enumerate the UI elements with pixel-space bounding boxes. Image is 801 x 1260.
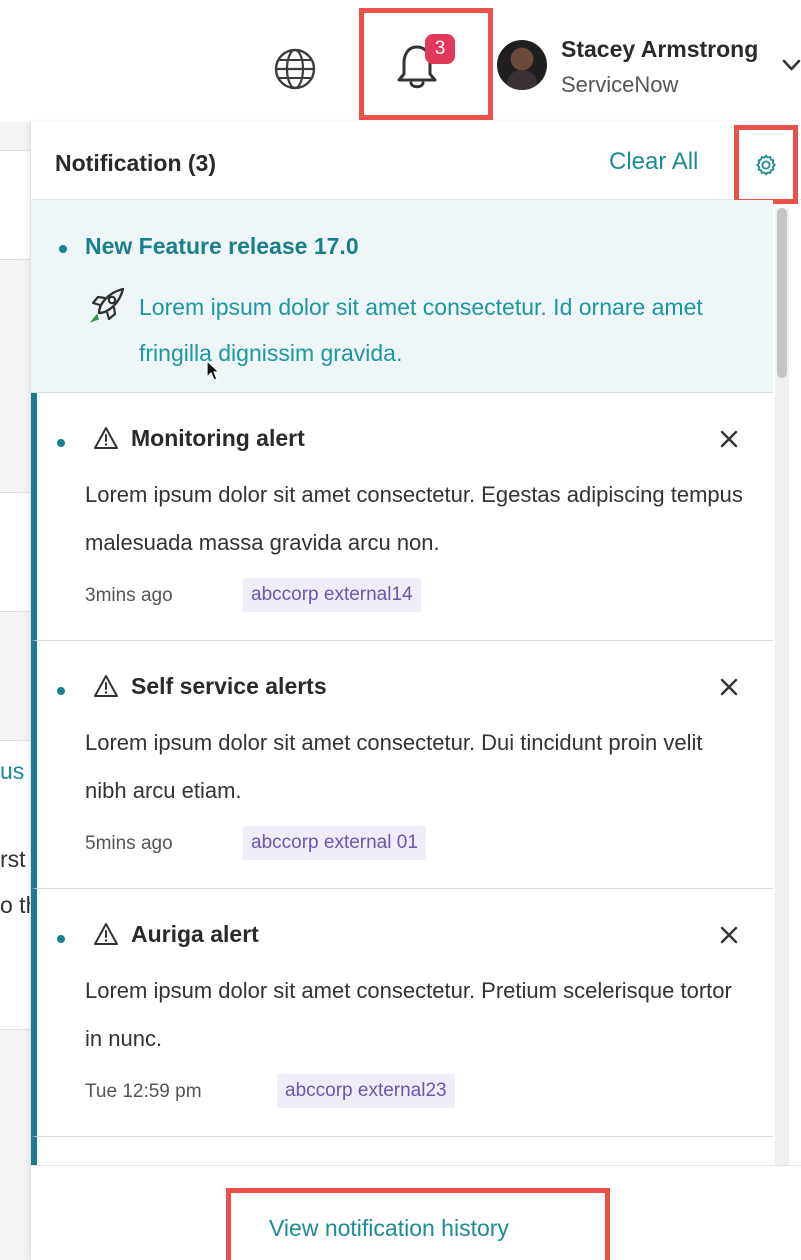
- panel-header: Notification (3) Clear All: [31, 122, 801, 204]
- notification-title[interactable]: Self service alerts: [131, 673, 327, 700]
- globe-icon[interactable]: [272, 46, 318, 92]
- clear-all-button[interactable]: Clear All: [609, 148, 698, 176]
- chevron-down-icon[interactable]: [782, 58, 801, 72]
- notification-time: 3mins ago: [85, 585, 173, 606]
- notification-card[interactable]: [31, 1137, 773, 1165]
- notification-title[interactable]: Monitoring alert: [131, 425, 305, 452]
- instance-tag: abccorp external 01: [243, 826, 426, 860]
- notification-body: Lorem ipsum dolor sit amet consectetur. …: [85, 730, 703, 803]
- mouse-cursor-icon: [206, 360, 221, 381]
- notification-body: Lorem ipsum dolor sit amet consectetur. …: [85, 978, 732, 1051]
- notification-card[interactable]: Monitoring alert Lorem ipsum dolor sit a…: [31, 393, 773, 641]
- view-history-link[interactable]: View notification history: [269, 1215, 509, 1242]
- instance-tag: abccorp external14: [243, 578, 421, 612]
- instance-tag: abccorp external23: [277, 1074, 455, 1108]
- rocket-icon: [89, 287, 125, 323]
- notification-list[interactable]: New Feature release 17.0 Lorem ipsum dol…: [31, 200, 773, 1165]
- top-header: 3 Stacey Armstrong ServiceNow: [0, 0, 801, 122]
- page: 3 Stacey Armstrong ServiceNow us rst o t…: [0, 0, 801, 1260]
- feature-announcement[interactable]: New Feature release 17.0 Lorem ipsum dol…: [31, 200, 773, 393]
- panel-title: Notification (3): [55, 150, 216, 176]
- feature-title[interactable]: New Feature release 17.0: [85, 233, 359, 260]
- notification-card[interactable]: Self service alerts Lorem ipsum dolor si…: [31, 641, 773, 889]
- scrollbar-thumb[interactable]: [777, 208, 787, 378]
- unread-dot: [57, 439, 65, 447]
- unread-dot: [57, 687, 65, 695]
- panel-footer: View notification history: [31, 1165, 801, 1260]
- notification-settings-button[interactable]: [734, 125, 798, 204]
- user-organization: ServiceNow: [561, 72, 679, 97]
- close-icon[interactable]: [719, 429, 739, 449]
- notification-time: 5mins ago: [85, 833, 173, 854]
- gear-icon: [756, 154, 776, 176]
- notification-time: Tue 12:59 pm: [85, 1081, 202, 1102]
- feature-description: Lorem ipsum dolor sit amet consectetur. …: [139, 294, 703, 366]
- warning-icon: [94, 427, 118, 449]
- history-highlight[interactable]: View notification history: [226, 1188, 610, 1260]
- notification-count-badge: 3: [425, 34, 455, 64]
- close-icon[interactable]: [719, 925, 739, 945]
- notifications-button[interactable]: 3: [359, 8, 493, 120]
- close-icon[interactable]: [719, 677, 739, 697]
- avatar[interactable]: [497, 40, 547, 90]
- user-name[interactable]: Stacey Armstrong: [561, 36, 758, 63]
- unread-dot: [57, 935, 65, 943]
- unread-dot: [59, 245, 67, 253]
- warning-icon: [94, 923, 118, 945]
- notification-body: Lorem ipsum dolor sit amet consectetur. …: [85, 482, 743, 555]
- notification-title[interactable]: Auriga alert: [131, 921, 259, 948]
- notification-card[interactable]: Auriga alert Lorem ipsum dolor sit amet …: [31, 889, 773, 1137]
- scrollbar[interactable]: [775, 208, 789, 1208]
- warning-icon: [94, 675, 118, 697]
- notification-panel: Notification (3) Clear All New Feature r…: [30, 122, 801, 1260]
